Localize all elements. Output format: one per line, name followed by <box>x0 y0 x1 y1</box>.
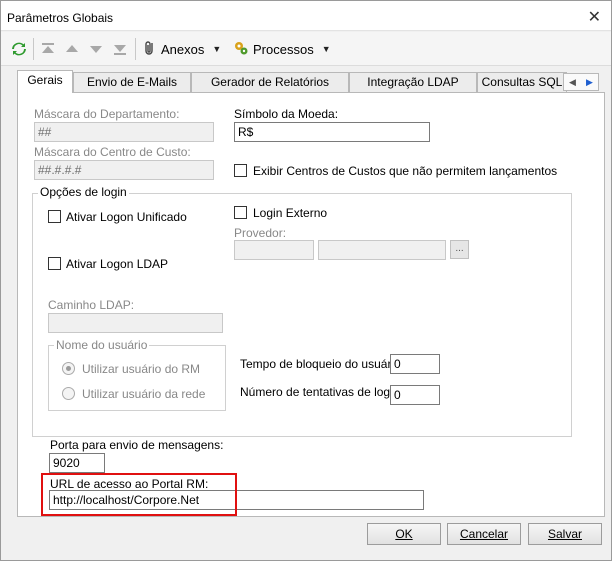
url-portal-field[interactable]: http://localhost/Corpore.Net <box>49 490 424 510</box>
provedor-label: Provedor: <box>234 226 287 240</box>
tab-strip: Gerais Envio de E-Mails Gerador de Relat… <box>17 70 605 93</box>
numero-tentativas-field[interactable]: 0 <box>390 385 440 405</box>
login-externo-label: Login Externo <box>253 206 328 220</box>
prev-icon[interactable] <box>65 39 79 59</box>
last-icon[interactable] <box>113 39 127 59</box>
tab-panel-gerais: Máscara do Departamento: ## Máscara do C… <box>17 92 605 517</box>
utilizar-usuario-rede-label: Utilizar usuário da rede <box>82 387 206 401</box>
mascara-centro-custo-label: Máscara do Centro de Custo: <box>34 145 191 159</box>
ok-button[interactable]: OK <box>367 523 441 545</box>
tab-gerais[interactable]: Gerais <box>17 70 73 93</box>
tab-consultas-sql[interactable]: Consultas SQL <box>477 72 567 92</box>
tab-envio-emails[interactable]: Envio de E-Mails <box>73 72 191 92</box>
title-bar: Parâmetros Globais ✕ <box>1 1 611 31</box>
mascara-departamento-field[interactable]: ## <box>34 122 214 142</box>
nome-usuario-group <box>48 345 226 411</box>
tab-scroll-right-icon[interactable]: ▶ <box>586 77 593 88</box>
nome-usuario-title: Nome do usuário <box>54 338 150 352</box>
chevron-down-icon: ▼ <box>212 44 222 54</box>
next-icon[interactable] <box>89 39 103 59</box>
paperclip-icon <box>143 40 157 59</box>
porta-mensagens-label: Porta para envio de mensagens: <box>50 438 224 452</box>
dialog-window: Parâmetros Globais ✕ Anexos ▼ Processos … <box>0 0 612 561</box>
chevron-down-icon: ▼ <box>321 44 331 54</box>
exibir-centros-label: Exibir Centros de Custos que não permite… <box>253 164 558 178</box>
provedor-lookup-button[interactable]: ... <box>450 240 469 259</box>
cancelar-button[interactable]: Cancelar <box>447 523 521 545</box>
tempo-bloqueio-label: Tempo de bloqueio do usuário: <box>240 357 405 371</box>
tab-gerador-relatorios[interactable]: Gerador de Relatórios <box>191 72 349 92</box>
toolbar-separator <box>135 38 136 60</box>
caminho-ldap-label: Caminho LDAP: <box>48 298 135 312</box>
exibir-centros-checkbox[interactable] <box>234 164 247 177</box>
ok-label: OK <box>395 527 413 541</box>
ativar-logon-ldap-label: Ativar Logon LDAP <box>66 257 169 271</box>
toolbar: Anexos ▼ Processos ▼ <box>1 32 611 66</box>
tab-scroll-buttons: ◀ ▶ <box>563 73 599 91</box>
tempo-bloqueio-field[interactable]: 0 <box>390 354 440 374</box>
anexos-button[interactable]: Anexos ▼ <box>143 39 221 59</box>
ativar-logon-unificado-checkbox[interactable] <box>48 210 61 223</box>
cancelar-label: Cancelar <box>459 527 509 541</box>
close-icon[interactable]: ✕ <box>588 7 601 27</box>
porta-mensagens-field[interactable]: 9020 <box>49 453 105 473</box>
toolbar-separator <box>33 38 34 60</box>
salvar-button[interactable]: Salvar <box>528 523 602 545</box>
anexos-label: Anexos <box>161 41 205 57</box>
mascara-centro-custo-field[interactable]: ##.#.#.# <box>34 160 214 180</box>
provedor-name-field[interactable] <box>318 240 446 260</box>
processos-button[interactable]: Processos ▼ <box>233 39 331 59</box>
simbolo-moeda-field[interactable]: R$ <box>234 122 430 142</box>
refresh-icon[interactable] <box>11 39 27 59</box>
gears-icon <box>233 40 249 59</box>
first-icon[interactable] <box>41 39 55 59</box>
ativar-logon-unificado-label: Ativar Logon Unificado <box>66 210 187 224</box>
opcoes-login-title: Opções de login <box>38 185 129 199</box>
numero-tentativas-label: Número de tentativas de login: <box>240 385 403 399</box>
login-externo-checkbox[interactable] <box>234 206 247 219</box>
tab-integracao-ldap[interactable]: Integração LDAP <box>349 72 477 92</box>
caminho-ldap-field[interactable] <box>48 313 223 333</box>
salvar-label: Salvar <box>547 527 582 541</box>
utilizar-usuario-rm-radio[interactable] <box>62 362 75 375</box>
mascara-departamento-label: Máscara do Departamento: <box>34 107 180 121</box>
ativar-logon-ldap-checkbox[interactable] <box>48 257 61 270</box>
tab-scroll-left-icon[interactable]: ◀ <box>569 77 576 88</box>
utilizar-usuario-rm-label: Utilizar usuário do RM <box>82 362 201 376</box>
utilizar-usuario-rede-radio[interactable] <box>62 387 75 400</box>
processos-label: Processos <box>253 41 314 57</box>
window-title: Parâmetros Globais <box>7 11 114 25</box>
simbolo-moeda-label: Símbolo da Moeda: <box>234 107 339 121</box>
provedor-code-field[interactable] <box>234 240 314 260</box>
url-portal-label: URL de acesso ao Portal RM: <box>50 477 209 491</box>
